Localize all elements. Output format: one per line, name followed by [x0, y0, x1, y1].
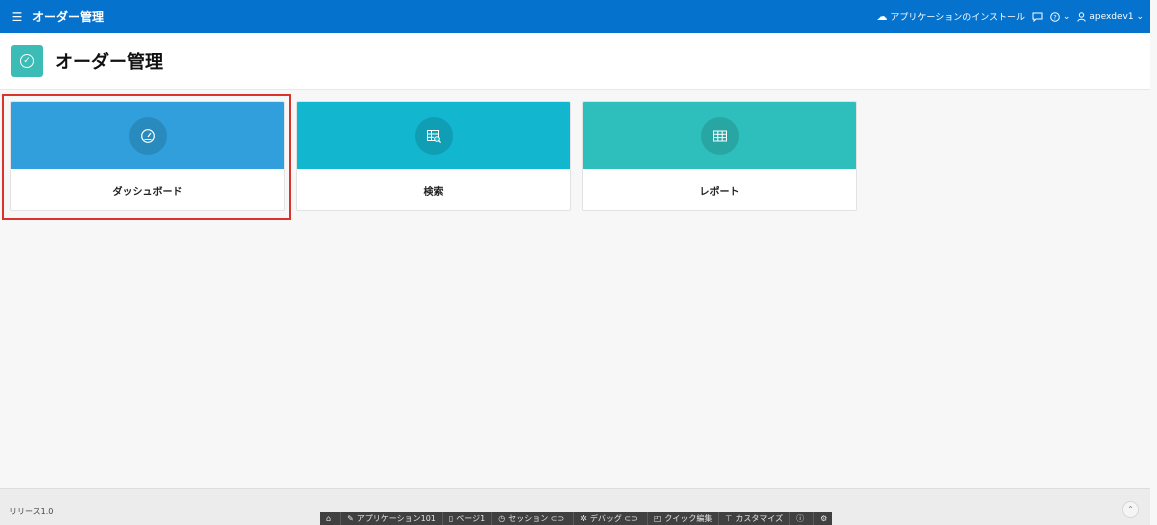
chat-bubble-icon[interactable]	[1032, 12, 1043, 22]
dev-debug-label: デバッグ	[589, 514, 622, 523]
developer-toolbar: ⌂ ✎ アプリケーション101 ▯ ページ1 ◷ セッション ⊂⊃ ✲ デバッグ ⊂⊃ …	[320, 512, 832, 525]
home-icon: ⌂	[326, 514, 332, 523]
dev-application-label: アプリケーション101	[356, 514, 436, 523]
user-menu-button[interactable]: apexdev1 ⌄	[1077, 12, 1144, 22]
card-label: 検索	[423, 187, 444, 198]
cursor-icon: ◰	[653, 514, 662, 523]
svg-text:?: ?	[1053, 13, 1056, 21]
page-icon: ▯	[448, 514, 454, 523]
dev-quick-edit-label: クイック編集	[664, 514, 713, 523]
clock-icon: ◷	[498, 514, 506, 523]
user-name: apexdev1	[1089, 11, 1134, 22]
toggle-icon: ⊂⊃	[548, 514, 565, 523]
card-header	[297, 102, 570, 169]
card-report[interactable]: レポート	[582, 101, 857, 211]
dev-session-label: セッション	[508, 514, 549, 523]
check-circle-icon: ✓	[20, 54, 34, 68]
toggle-icon: ⊂⊃	[621, 514, 638, 523]
card-label: レポート	[699, 187, 740, 198]
chevron-down-icon: ⌄	[1133, 11, 1144, 22]
dev-page-label: ページ1	[456, 514, 486, 523]
dev-session-button[interactable]: ◷ セッション ⊂⊃	[492, 512, 575, 525]
app-title[interactable]: オーダー管理	[32, 8, 104, 25]
bug-icon: ✲	[580, 514, 587, 523]
table-icon	[700, 116, 739, 155]
dev-quick-edit-button[interactable]: ◰ クイック編集	[648, 512, 720, 525]
info-icon: ⓘ	[796, 514, 805, 523]
chevron-down-icon: ⌄	[1060, 11, 1071, 22]
page-header: ✓ オーダー管理	[0, 33, 1150, 90]
page-icon-badge: ✓	[11, 45, 43, 77]
install-app-link[interactable]: ☁ アプリケーションのインストール	[877, 10, 1026, 23]
dev-home-button[interactable]: ⌂	[320, 512, 342, 525]
help-menu-button[interactable]: ? ⌄	[1050, 12, 1070, 22]
install-app-label: アプリケーションのインストール	[890, 13, 1026, 23]
dev-application-button[interactable]: ✎ アプリケーション101	[341, 512, 443, 525]
dev-customize-button[interactable]: ⊤ カスタマイズ	[719, 512, 791, 525]
table-search-icon	[414, 116, 453, 155]
paint-roller-icon: ⊤	[725, 514, 733, 523]
gear-icon: ⚙	[820, 514, 828, 523]
dev-info-button[interactable]: ⓘ	[790, 512, 815, 525]
page-title: オーダー管理	[55, 52, 163, 73]
topbar-actions: ☁ アプリケーションのインストール ? ⌄ apexdev1 ⌄	[877, 10, 1144, 23]
dev-debug-button[interactable]: ✲ デバッグ ⊂⊃	[574, 512, 648, 525]
top-navigation-bar: ☰ オーダー管理 ☁ アプリケーションのインストール ? ⌄ apexdev1 …	[0, 0, 1150, 33]
card-header	[583, 102, 856, 169]
hamburger-icon[interactable]: ☰	[6, 10, 28, 24]
cloud-download-icon: ☁	[876, 10, 888, 23]
dev-settings-button[interactable]: ⚙	[814, 512, 836, 525]
release-label: リリース1.0	[9, 507, 54, 516]
dev-page-button[interactable]: ▯ ページ1	[443, 512, 493, 525]
user-icon	[1077, 11, 1087, 22]
dev-customize-label: カスタマイズ	[735, 514, 784, 523]
card-search[interactable]: 検索	[296, 101, 571, 211]
selection-highlight	[2, 94, 291, 220]
chevron-up-icon[interactable]: ⌃	[1122, 501, 1139, 518]
edit-icon: ✎	[347, 514, 354, 523]
help-circle-icon: ?	[1050, 11, 1060, 22]
